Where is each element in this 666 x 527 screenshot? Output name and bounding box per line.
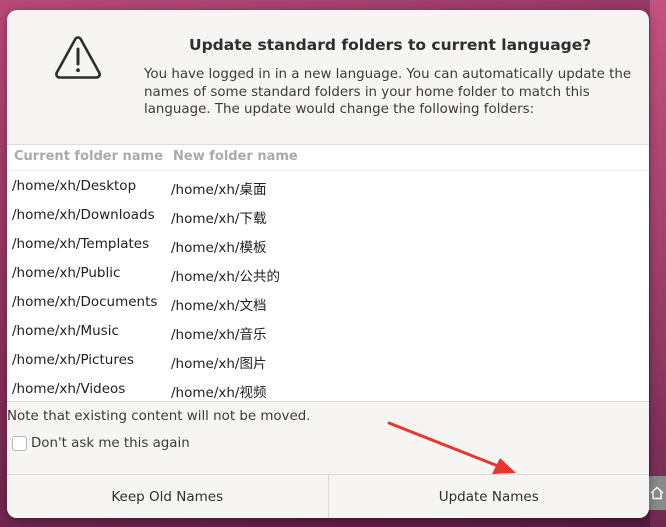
dialog-message: You have logged in in a new language. Yo…	[144, 67, 632, 117]
table-row[interactable]: /home/xh/Pictures /home/xh/图片	[7, 345, 649, 374]
folders-table[interactable]: Current folder name New folder name /hom…	[7, 144, 649, 402]
update-folders-dialog: Update standard folders to current langu…	[7, 10, 649, 518]
keep-old-names-button[interactable]: Keep Old Names	[7, 475, 328, 518]
warning-icon	[55, 36, 101, 79]
dont-ask-again-label[interactable]: Don't ask me this again	[31, 436, 190, 451]
table-row[interactable]: /home/xh/Public /home/xh/公共的	[7, 258, 649, 287]
current-folder-cell: /home/xh/Documents	[12, 294, 158, 310]
note-text: Note that existing content will not be m…	[7, 409, 311, 424]
current-folder-cell: /home/xh/Downloads	[12, 207, 155, 223]
new-folder-cell: /home/xh/图片	[171, 356, 267, 372]
column-header-new[interactable]: New folder name	[173, 149, 298, 164]
current-folder-cell: /home/xh/Videos	[12, 381, 126, 397]
dont-ask-again-row[interactable]: Don't ask me this again	[12, 434, 190, 452]
table-header: Current folder name New folder name	[7, 145, 649, 171]
update-names-button[interactable]: Update Names	[327, 475, 649, 518]
current-folder-cell: /home/xh/Pictures	[12, 352, 134, 368]
current-folder-cell: /home/xh/Templates	[12, 236, 150, 252]
dialog-buttons: Keep Old Names Update Names	[7, 474, 649, 518]
new-folder-cell: /home/xh/模板	[171, 240, 267, 256]
current-folder-cell: /home/xh/Music	[12, 323, 119, 339]
new-folder-cell: /home/xh/视频	[171, 385, 267, 401]
dont-ask-again-checkbox[interactable]	[12, 435, 27, 451]
new-folder-cell: /home/xh/文档	[171, 298, 267, 314]
new-folder-cell: /home/xh/音乐	[171, 327, 267, 343]
home-icon[interactable]	[648, 476, 666, 510]
current-folder-cell: /home/xh/Desktop	[12, 178, 137, 194]
current-folder-cell: /home/xh/Public	[12, 265, 121, 281]
dialog-header: Update standard folders to current langu…	[7, 10, 649, 142]
new-folder-cell: /home/xh/下载	[171, 211, 267, 227]
table-row[interactable]: /home/xh/Documents /home/xh/文档	[7, 287, 649, 316]
table-row[interactable]: /home/xh/Music /home/xh/音乐	[7, 316, 649, 345]
table-row[interactable]: /home/xh/Desktop /home/xh/桌面	[7, 171, 649, 200]
new-folder-cell: /home/xh/公共的	[171, 269, 280, 285]
table-row[interactable]: /home/xh/Downloads /home/xh/下载	[7, 200, 649, 229]
new-folder-cell: /home/xh/桌面	[171, 182, 267, 198]
table-row[interactable]: /home/xh/Templates /home/xh/模板	[7, 229, 649, 258]
table-row[interactable]: /home/xh/Videos /home/xh/视频	[7, 374, 649, 403]
column-header-current[interactable]: Current folder name	[14, 149, 163, 164]
desktop-background	[650, 0, 666, 527]
dialog-title: Update standard folders to current langu…	[189, 36, 592, 54]
